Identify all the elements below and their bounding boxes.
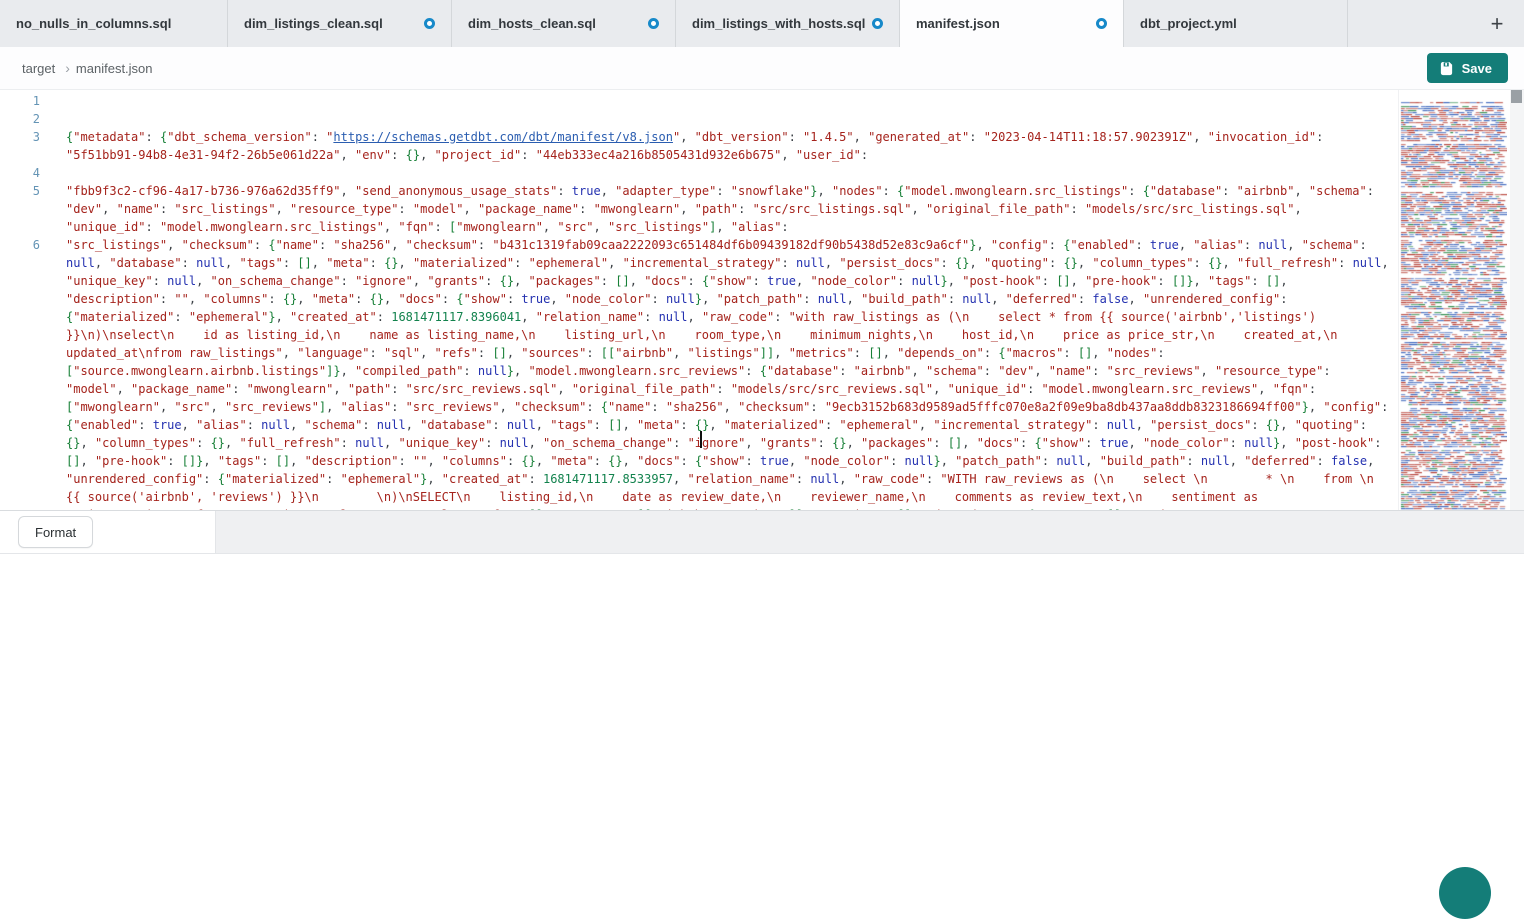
scrollbar-thumb[interactable] [1511,90,1522,103]
tab-dim-listings-with-hosts[interactable]: dim_listings_with_hosts.sql [676,0,900,47]
code-line: 4 [0,164,1398,182]
unsaved-changes-dot-icon [424,18,435,29]
line-number: 4 [0,164,40,182]
code-line-text: "fbb9f3c2-cf96-4a17-b736-976a62d35ff9", … [66,182,1398,236]
breadcrumb-folder: target [22,61,55,76]
editor-area: 1 2 3 {"metadata": {"dbt_schema_version"… [0,90,1524,510]
line-number: 5 [0,182,40,200]
code-line: 6 "src_listings", "checksum": {"name": "… [0,236,1398,510]
new-tab-button[interactable]: + [1480,0,1514,47]
tab-label: dim_hosts_clean.sql [468,16,596,31]
file-header-row: target › manifest.json Save [0,47,1524,90]
code-line-text: "src_listings", "checksum": {"name": "sh… [66,236,1398,510]
results-toolbar-left: Format [0,511,216,553]
line-number: 1 [0,92,40,110]
breadcrumb: target › manifest.json [22,60,153,76]
save-button-label: Save [1462,61,1492,76]
tab-manifest-json[interactable]: manifest.json [900,0,1124,47]
code-line: 5 "fbb9f3c2-cf96-4a17-b736-976a62d35ff9"… [0,182,1398,236]
floppy-disk-icon [1439,61,1454,76]
unsaved-changes-dot-icon [872,18,883,29]
tab-dim-listings-clean[interactable]: dim_listings_clean.sql [228,0,452,47]
breadcrumb-file: manifest.json [76,61,153,76]
save-button[interactable]: Save [1427,53,1508,83]
code-line-text [66,164,1398,182]
code-line-text [66,92,1398,110]
format-button[interactable]: Format [18,516,93,548]
minimap-canvas [1399,90,1507,510]
tab-label: dim_listings_clean.sql [244,16,383,31]
vertical-scrollbar[interactable] [1510,90,1524,510]
code-line: 2 [0,110,1398,128]
tab-dbt-project-yml[interactable]: dbt_project.yml [1124,0,1348,47]
code-line: 1 [0,92,1398,110]
unsaved-changes-dot-icon [1096,18,1107,29]
tab-label: dim_listings_with_hosts.sql [692,16,865,31]
line-number: 2 [0,110,40,128]
code-editor[interactable]: 1 2 3 {"metadata": {"dbt_schema_version"… [0,90,1398,510]
code-line-text: {"metadata": {"dbt_schema_version": "htt… [66,128,1398,164]
minimap[interactable] [1398,90,1510,510]
code-line: 3 {"metadata": {"dbt_schema_version": "h… [0,128,1398,164]
text-cursor [700,431,702,448]
tab-label: no_nulls_in_columns.sql [16,16,171,31]
chevron-right-icon: › [65,60,70,76]
line-number: 6 [0,236,40,254]
ide-window: no_nulls_in_columns.sql dim_listings_cle… [0,0,1524,875]
results-toolbar: Format [0,510,1524,554]
line-number: 3 [0,128,40,146]
tab-dim-hosts-clean[interactable]: dim_hosts_clean.sql [452,0,676,47]
results-pane [0,554,1524,875]
tab-label: manifest.json [916,16,1000,31]
tab-bar: no_nulls_in_columns.sql dim_listings_cle… [0,0,1524,47]
tab-no-nulls-in-columns[interactable]: no_nulls_in_columns.sql [0,0,228,47]
unsaved-changes-dot-icon [648,18,659,29]
tab-label: dbt_project.yml [1140,16,1237,31]
code-line-text [66,110,1398,128]
